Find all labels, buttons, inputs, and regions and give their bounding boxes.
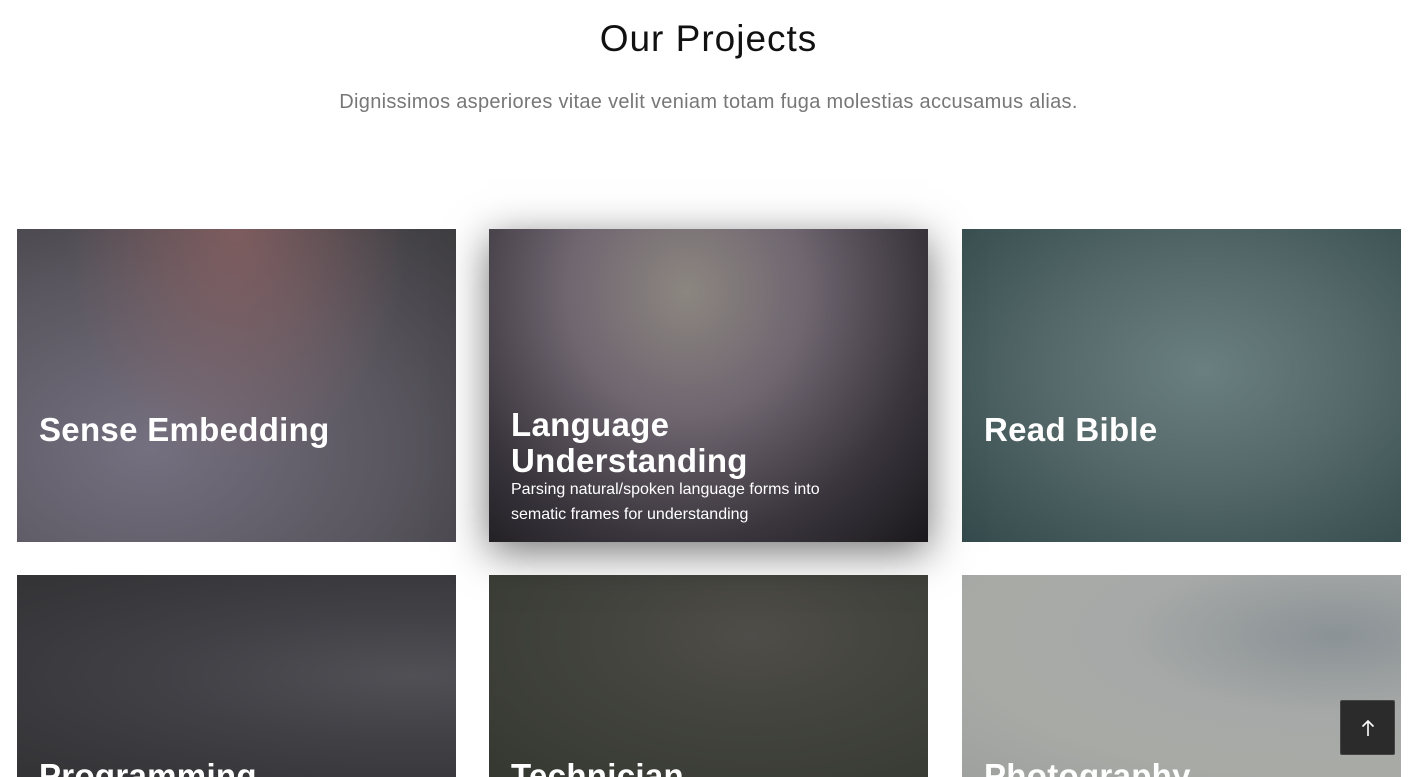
- section-subtitle: Dignissimos asperiores vitae velit venia…: [339, 91, 1078, 113]
- project-card-title: Programming: [39, 757, 257, 777]
- project-card-background: [17, 575, 456, 777]
- project-card-title: Photography: [984, 757, 1191, 777]
- section-title: Our Projects: [599, 18, 818, 59]
- project-card-background: [17, 229, 456, 542]
- project-card-title: Read Bible: [984, 411, 1158, 448]
- project-card-background: [962, 229, 1401, 542]
- project-card-read-bible[interactable]: Read Bible: [962, 229, 1401, 542]
- project-card-photography[interactable]: Photography: [962, 575, 1401, 777]
- project-card-programming[interactable]: Programming: [17, 575, 456, 777]
- project-card-background: [489, 575, 928, 777]
- project-card-sense-embedding[interactable]: Sense Embedding: [17, 229, 456, 542]
- project-card-technician[interactable]: Technician: [489, 575, 928, 777]
- project-card-background: [962, 575, 1401, 777]
- project-card-language-understanding[interactable]: Language Understanding Parsing natural/s…: [489, 229, 928, 542]
- back-to-top-button[interactable]: [1340, 700, 1395, 755]
- project-card-description: Parsing natural/spoken language forms in…: [511, 481, 820, 523]
- arrow-up-icon: [1361, 719, 1375, 736]
- project-card-title: Technician: [511, 757, 684, 777]
- project-card-title: Language Understanding: [511, 406, 748, 479]
- project-card-title: Sense Embedding: [39, 411, 330, 448]
